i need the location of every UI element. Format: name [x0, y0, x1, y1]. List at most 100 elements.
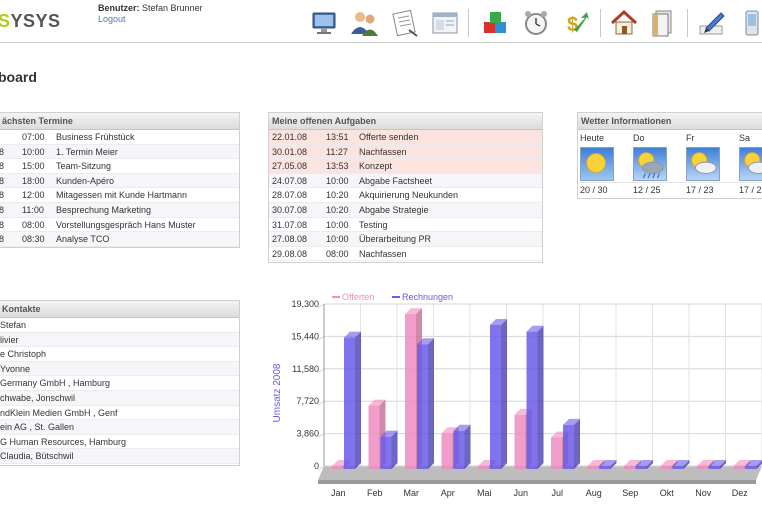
aufgabe-row[interactable]: 27.05.08 13:53 Konzept [269, 159, 542, 174]
chart-xtick-label: Sep [622, 488, 638, 498]
user-info: Benutzer: Stefan Brunner Logout [98, 3, 203, 25]
aufgaben-list: 22.01.08 13:51 Offerte senden 30.01.08 11:27… [269, 130, 542, 262]
chart-xtick-label: Apr [441, 488, 455, 498]
aufgabe-row[interactable]: 30.01.08 11:27 Nachfassen [269, 144, 542, 160]
kontakt-row[interactable]: Claudia, Bütschwil [0, 449, 239, 464]
termin-row[interactable]: 8 12:00 Mitagessen mit Kunde Hartmann [0, 188, 239, 203]
termin-date: 8 [0, 174, 4, 188]
kontakt-row[interactable]: G Human Resources, Hamburg [0, 435, 239, 450]
kontakt-row[interactable]: e Christoph [0, 347, 239, 362]
monitor-icon[interactable] [307, 6, 341, 40]
alarm-clock-icon[interactable] [519, 6, 553, 40]
home-icon[interactable] [607, 6, 641, 40]
aufgabe-date: 27.05.08 [272, 161, 308, 172]
sun-cloud-icon-glyph [691, 152, 717, 174]
bar-rechnungen [453, 430, 465, 469]
termin-title: Kunden-Apéro [56, 175, 115, 186]
kontakt-name: chwabe, Jonschwil [0, 392, 76, 403]
kontakt-row[interactable]: chwabe, Jonschwil [0, 390, 239, 406]
toolbar-separator [687, 9, 688, 37]
aufgabe-time: 13:51 [326, 132, 349, 142]
kontakt-row[interactable]: Yvonne [0, 361, 239, 377]
money-arrow-icon[interactable]: $ [559, 6, 593, 40]
kontakt-row[interactable]: ndKlein Medien GmbH , Genf [0, 406, 239, 421]
aufgabe-date: 30.01.08 [272, 146, 308, 157]
bar-rechnungen [709, 466, 720, 469]
toolbar-separator [468, 9, 469, 37]
kontakt-name: ein AG , St. Gallen [0, 422, 75, 433]
phone-icon[interactable] [735, 6, 762, 40]
aufgabe-row[interactable]: 22.01.08 13:51 Offerte senden [269, 130, 542, 145]
users-icon[interactable] [347, 6, 381, 40]
aufgabe-time: 11:27 [326, 146, 348, 157]
aufgabe-date: 29.08.08 [272, 248, 308, 259]
bar-rechnungen [526, 331, 538, 469]
aufgabe-time: 10:20 [326, 204, 349, 215]
kontakt-row[interactable]: livier [0, 332, 239, 348]
termin-row[interactable]: 07:00 Business Frühstück [0, 130, 239, 145]
documents-icon[interactable] [646, 6, 680, 40]
umsatz-chart: 0 3,860 7,720 11,580 15,440 19,300 Umsatz 2008… [272, 292, 762, 498]
kontakt-row[interactable]: Stefan [0, 318, 239, 333]
termin-time: 08:30 [22, 234, 45, 245]
notes-icon[interactable] [387, 6, 421, 40]
chart-xtick-label: Aug [586, 488, 602, 498]
aufgabe-row[interactable]: 30.07.08 10:20 Abgabe Strategie [269, 202, 542, 218]
termin-row[interactable]: 8 11:00 Besprechung Marketing [0, 202, 239, 218]
logout-link[interactable]: Logout [98, 14, 203, 25]
bar-offerten [660, 466, 672, 469]
app-logo[interactable]: SYSYS [0, 11, 61, 32]
user-label: Benutzer: [98, 3, 140, 13]
termin-time: 10:00 [22, 146, 45, 157]
window-icon[interactable] [428, 6, 462, 40]
kontakt-name: e Christoph [0, 349, 47, 360]
blocks-icon[interactable] [479, 6, 513, 40]
aufgabe-title: Testing [359, 219, 388, 230]
kontakt-name: Yvonne [0, 363, 31, 374]
aufgabe-row[interactable]: 29.08.08 08:00 Nachfassen [269, 247, 542, 262]
aufgabe-row[interactable]: 31.07.08 10:00 Testing [269, 218, 542, 233]
aufgabe-row[interactable]: 27.08.08 10:00 Überarbeitung PR [269, 232, 542, 247]
termin-title: Besprechung Marketing [56, 204, 152, 215]
user-name: Stefan Brunner [142, 3, 203, 13]
chart-xtick-label: Mai [477, 488, 492, 498]
termin-row[interactable]: 8 15:00 Team-Sitzung [0, 159, 239, 174]
kontakt-name: G Human Resources, Hamburg [0, 436, 127, 447]
weather-day-label: Fr [686, 133, 695, 143]
kontakt-row[interactable]: ein AG , St. Gallen [0, 420, 239, 435]
bar-rechnungen-side [428, 338, 434, 469]
bar-offerten [441, 433, 453, 469]
chart-xtick-label: Mar [404, 488, 420, 498]
bar-rechnungen [672, 466, 684, 469]
bar-offerten [514, 414, 526, 469]
weather-panel: Wetter Informationen Heute Do Fr Sa 20 / 30… [577, 112, 762, 199]
sun-icon [580, 147, 614, 181]
aufgabe-row[interactable]: 28.07.08 10:20 Akquirierung Neukunden [269, 188, 542, 203]
aufgabe-title: Abgabe Factsheet [359, 175, 433, 186]
aufgabe-date: 22.01.08 [272, 132, 308, 142]
termine-list: 07:00 Business Frühstück 8 10:00 1. Termin M… [0, 130, 239, 247]
chart-xtick-label: Jun [513, 488, 528, 498]
termin-time: 15:00 [22, 161, 45, 172]
weather-temp: 20 / 30 [580, 185, 608, 195]
aufgabe-row[interactable]: 24.07.08 10:00 Abgabe Factsheet [269, 173, 542, 189]
weather-panel-title: Wetter Informationen [578, 113, 762, 130]
bar-offerten [733, 466, 745, 469]
kontakte-panel-title: Kontakte [0, 301, 239, 318]
termine-panel-title: ächsten Termine [0, 113, 239, 130]
pen-icon[interactable] [695, 6, 729, 40]
termin-title: Vorstellungsgespräch Hans Muster [56, 219, 196, 230]
chart-xtick-label: Dez [732, 488, 749, 498]
termin-date: 8 [0, 188, 4, 202]
termin-row[interactable]: 8 08:00 Vorstellungsgespräch Hans Muster [0, 218, 239, 233]
aufgabe-date: 31.07.08 [272, 219, 308, 230]
termin-row[interactable]: 8 08:30 Analyse TCO [0, 232, 239, 247]
legend-label: Offerten [342, 292, 374, 302]
termin-row[interactable]: 8 18:00 Kunden-Apéro [0, 173, 239, 189]
chart-floor-edge [318, 480, 756, 484]
termine-panel: ächsten Termine 07:00 Business Frühstück 8… [0, 112, 240, 248]
bar-offerten [551, 437, 562, 469]
termin-row[interactable]: 8 10:00 1. Termin Meier [0, 144, 239, 160]
kontakt-row[interactable]: Germany GmbH , Hamburg [0, 376, 239, 391]
kontakt-name: Germany GmbH , Hamburg [0, 378, 111, 389]
